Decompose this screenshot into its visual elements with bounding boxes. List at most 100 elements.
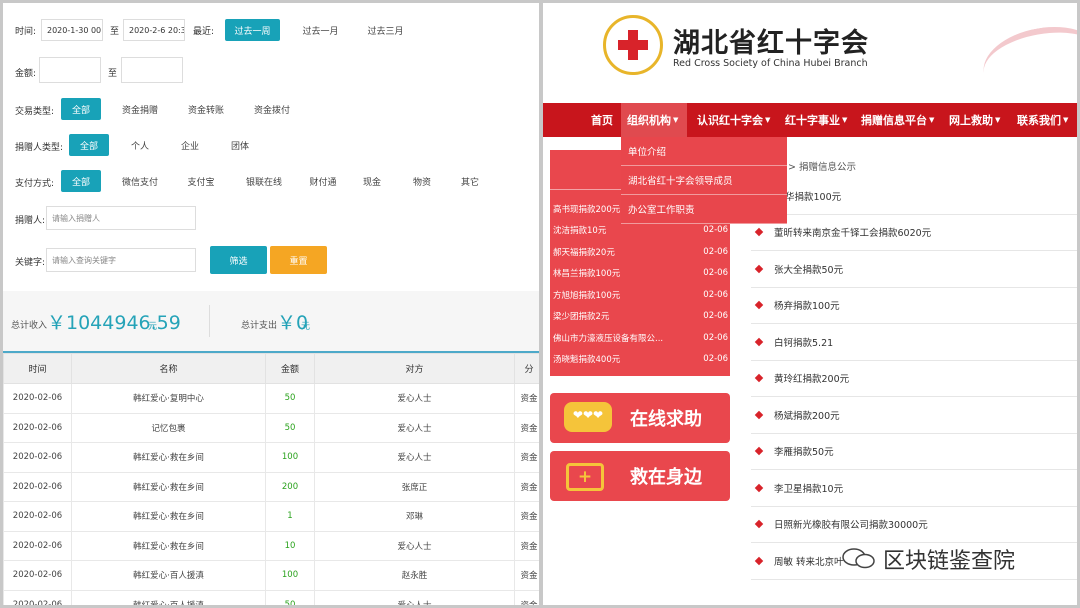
chevron-down-icon: ▼ xyxy=(995,116,1001,124)
table-row[interactable]: 2020-02-06 韩红爱心·复明中心 50 爱心人士 资金 xyxy=(3,383,539,414)
table-row[interactable]: 2020-02-06 韩红爱心·救在乡间 100 爱心人士 资金 xyxy=(3,442,539,473)
list-item[interactable]: 梁少团捐款2元 02-06 xyxy=(553,306,728,328)
pay-alipay-button[interactable]: 支付宝 xyxy=(181,170,221,192)
col-party-header[interactable]: 对方 xyxy=(314,353,515,384)
rescue-nearby-button[interactable]: + 救在身边 xyxy=(550,451,730,501)
news-item-title: 董昕转来南京金千铎工会捐款6020元 xyxy=(774,228,932,240)
col-name-header[interactable]: 名称 xyxy=(71,353,266,384)
nav-contact-label: 联系我们 xyxy=(1017,114,1061,127)
table-row[interactable]: 2020-02-06 韩红爱心·救在乡间 1 邓琳 资金 xyxy=(3,501,539,532)
nav-contact[interactable]: 联系我们 ▼ xyxy=(1011,103,1074,137)
bullet-diamond-icon xyxy=(754,483,764,492)
donor-type-individual-button[interactable]: 个人 xyxy=(123,134,157,156)
table-row[interactable]: 2020-02-06 韩红爱心·百人援滇 100 赵永胜 资金 xyxy=(3,560,539,591)
pay-other-button[interactable]: 其它 xyxy=(455,170,485,192)
filter-button[interactable]: 筛选 xyxy=(210,246,267,274)
dropdown-item-leaders[interactable]: 湖北省红十字会领导成员 xyxy=(621,166,787,195)
news-item-title: 李卫星捐款10元 xyxy=(774,483,844,495)
bullet-diamond-icon xyxy=(754,520,764,529)
cell-type: 资金 xyxy=(514,412,539,443)
list-item[interactable]: 郝天福捐款20元 02-06 xyxy=(553,241,728,263)
news-item[interactable]: 日照新光橡胶有限公司捐款30000元 xyxy=(751,507,1077,543)
list-item[interactable]: 汤晓魁捐款400元 02-06 xyxy=(553,349,728,371)
tx-type-donation-button[interactable]: 资金捐赠 xyxy=(115,98,165,120)
list-item-title: 林昌兰捐款100元 xyxy=(553,269,621,280)
nav-home[interactable]: 首页 xyxy=(585,103,619,137)
news-item[interactable]: 黄玲红捐款200元 xyxy=(751,361,1077,397)
cell-type: 资金 xyxy=(514,530,539,561)
pay-wechat-button[interactable]: 微信支付 xyxy=(115,170,165,192)
news-item[interactable]: 杨弃捐款100元 xyxy=(751,288,1077,324)
reset-button[interactable]: 重置 xyxy=(270,246,327,274)
list-item[interactable]: 方旭旭捐款100元 02-06 xyxy=(553,284,728,306)
time-to-label: 至 xyxy=(110,27,120,37)
news-item[interactable]: 杨斌捐款200元 xyxy=(751,397,1077,434)
col-amount-header[interactable]: 金额 xyxy=(265,353,315,384)
news-item[interactable]: 董昕转来南京金千铎工会捐款6020元 xyxy=(751,215,1077,251)
tx-type-all-button[interactable]: 全部 xyxy=(61,98,101,120)
tx-type-allocation-button[interactable]: 资金拨付 xyxy=(247,98,297,120)
time-from-input[interactable]: 2020-1-30 00:00 xyxy=(41,19,103,41)
news-item[interactable]: 李卫星捐款10元 xyxy=(751,470,1077,507)
table-row[interactable]: 2020-02-06 韩红爱心·救在乡间 200 张席正 资金 xyxy=(3,471,539,502)
online-help-button[interactable]: ❤❤❤ 在线求助 xyxy=(550,393,730,443)
table-row[interactable]: 2020-02-06韩红爱心·百人援滇50爱心人士资金 xyxy=(3,589,539,605)
breadcrumb[interactable]: > 捐赠信息公示 xyxy=(788,159,856,173)
time-label: 时间: xyxy=(15,27,37,37)
dropdown-item-intro[interactable]: 单位介绍 xyxy=(621,137,787,166)
amount-min-input[interactable] xyxy=(39,57,101,83)
recent-week-button[interactable]: 过去一周 xyxy=(225,19,280,41)
list-item[interactable]: 佛山市力濠液压设备有限公... 02-06 xyxy=(553,327,728,349)
chevron-down-icon: ▼ xyxy=(1063,116,1069,124)
amount-max-input[interactable] xyxy=(121,57,183,83)
donor-type-company-button[interactable]: 企业 xyxy=(173,134,207,156)
pay-all-button[interactable]: 全部 xyxy=(61,170,101,192)
time-to-input[interactable]: 2020-2-6 20:39 xyxy=(123,19,185,41)
col-time-header[interactable]: 时间 xyxy=(3,353,72,384)
pay-unionpay-button[interactable]: 银联在线 xyxy=(239,170,289,192)
amount-label: 金额: xyxy=(15,69,37,79)
donor-type-all-button[interactable]: 全部 xyxy=(69,134,109,156)
cell-type: 资金 xyxy=(514,560,539,591)
income-unit: 元 xyxy=(148,322,158,332)
tx-type-transfer-button[interactable]: 资金转账 xyxy=(181,98,231,120)
cell-amount: 50 xyxy=(265,383,315,414)
cell-amount: 100 xyxy=(265,560,315,591)
cell-type: 资金 xyxy=(514,383,539,414)
nav-cause[interactable]: 红十字事业 ▼ xyxy=(779,103,853,137)
news-item[interactable]: 李雁捐款50元 xyxy=(751,434,1077,470)
news-item[interactable]: 华捐款100元 xyxy=(751,178,1077,215)
ribbon-decoration xyxy=(977,18,1077,108)
list-item[interactable]: 林昌兰捐款100元 02-06 xyxy=(553,263,728,285)
list-item-title: 方旭旭捐款100元 xyxy=(553,290,621,301)
donor-type-label: 捐赠人类型: xyxy=(15,143,64,153)
col-type-header[interactable]: 分 xyxy=(514,353,539,384)
keyword-input[interactable]: 请输入查询关键字 xyxy=(46,248,196,272)
cell-time: 2020-02-06 xyxy=(3,383,72,414)
nav-organization-label: 组织机构 xyxy=(627,114,671,127)
news-item[interactable]: 张大全捐款50元 xyxy=(751,251,1077,288)
donor-type-group-button[interactable]: 团体 xyxy=(223,134,257,156)
cell-name: 韩红爱心·百人援滇 xyxy=(71,589,266,605)
organization-dropdown: 单位介绍 湖北省红十字会领导成员 办公室工作职责 xyxy=(621,137,787,224)
recent-month-button[interactable]: 过去一月 xyxy=(293,19,348,41)
news-item[interactable]: 白钶捐款5.21 xyxy=(751,324,1077,361)
nav-home-label: 首页 xyxy=(591,114,613,127)
table-row[interactable]: 2020-02-06 记忆包裹 50 爱心人士 资金 xyxy=(3,412,539,443)
cell-type: 资金 xyxy=(514,442,539,473)
cell-party: 爱心人士 xyxy=(314,383,515,414)
nav-online-rescue[interactable]: 网上救助 ▼ xyxy=(943,103,1006,137)
nav-organization[interactable]: 组织机构 ▼ xyxy=(621,103,687,137)
recent-three-months-button[interactable]: 过去三月 xyxy=(358,19,413,41)
nav-about[interactable]: 认识红十字会 ▼ xyxy=(691,103,776,137)
dropdown-item-office-duties[interactable]: 办公室工作职责 xyxy=(621,195,787,224)
cell-name: 韩红爱心·救在乡间 xyxy=(71,530,266,561)
news-item-title: 李雁捐款50元 xyxy=(774,447,834,459)
bullet-diamond-icon xyxy=(754,264,764,273)
pay-tenpay-button[interactable]: 财付通 xyxy=(303,170,343,192)
nav-donation-platform[interactable]: 捐赠信息平台 ▼ xyxy=(855,103,940,137)
table-row[interactable]: 2020-02-06 韩红爱心·救在乡间 10 爱心人士 资金 xyxy=(3,530,539,561)
pay-cash-button[interactable]: 现金 xyxy=(357,170,387,192)
pay-goods-button[interactable]: 物资 xyxy=(407,170,437,192)
donor-input[interactable]: 请输入捐赠人 xyxy=(46,206,196,230)
